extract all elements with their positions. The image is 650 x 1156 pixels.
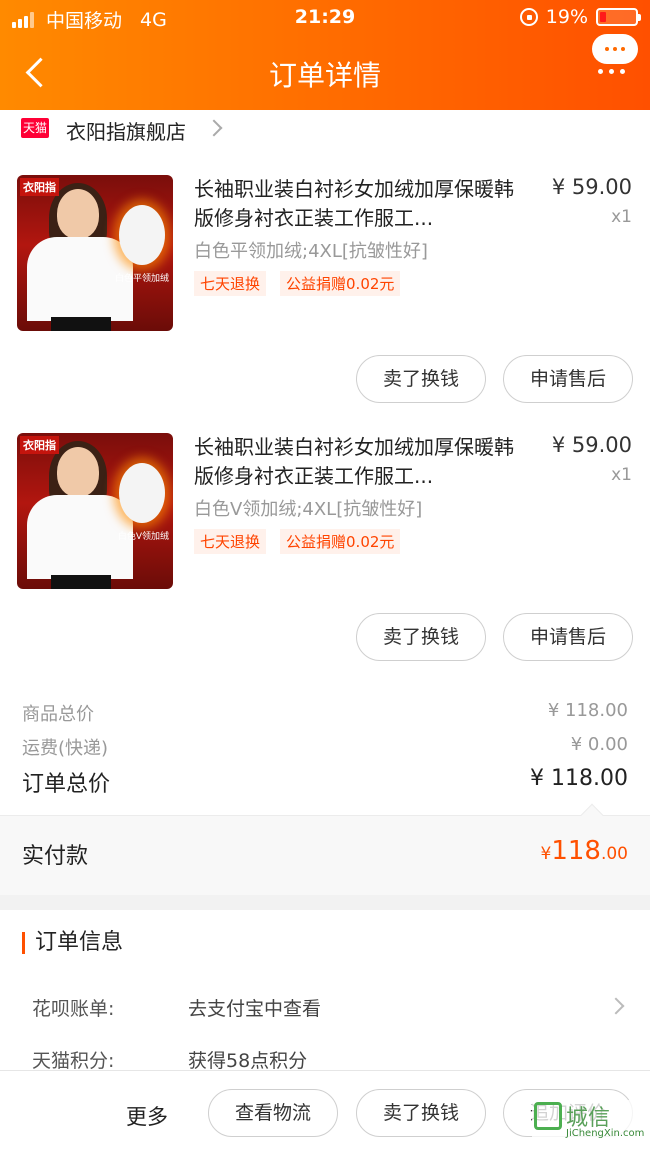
after-sale-button[interactable]: 申请售后 [503,355,633,403]
tmall-logo: 天猫 [21,118,49,138]
points-value: 获得58点积分 [188,1050,308,1072]
chevron-right-icon [205,119,223,137]
paid-amount: ¥118.00 [540,836,628,866]
tag-charity: 公益捐赠0.02元 [280,271,401,296]
tag-return: 七天退换 [194,271,267,296]
product-image[interactable]: 衣阳指 白色平领加绒 [17,175,173,331]
tag-charity: 公益捐赠0.02元 [280,529,401,554]
after-sale-button[interactable]: 申请售后 [503,613,633,661]
more-dots-icon [598,69,625,74]
bottom-action-bar: 更多 查看物流 卖了换钱 追加评价 城信 JiChengXin.com [0,1070,650,1156]
thumb-brand: 衣阳指 [20,436,59,454]
order-item[interactable]: 衣阳指 白色平领加绒 长袖职业装白衬衫女加绒加厚保暖韩版修身衬衣正装工作服工..… [0,175,650,433]
order-item[interactable]: 衣阳指 白色V领加绒 长袖职业装白衬衫女加绒加厚保暖韩版修身衬衣正装工作服工..… [0,433,650,691]
thumb-brand: 衣阳指 [20,178,59,196]
watermark-sub: JiChengXin.com [566,1128,645,1139]
view-logistics-button[interactable]: 查看物流 [208,1089,338,1137]
status-bar: 中国移动 4G 21:29 19% [0,6,650,32]
watermark-logo: 城信 JiChengXin.com [532,1100,648,1144]
shop-name[interactable]: 衣阳指旗舰店 [66,116,186,145]
header-bar: 中国移动 4G 21:29 19% 订单详情 [0,0,650,110]
message-more-button[interactable] [592,34,638,80]
order-total-label: 订单总价 [22,772,111,797]
resell-button[interactable]: 卖了换钱 [356,1089,486,1137]
thumb-label: 白色V领加绒 [117,532,169,542]
resell-button[interactable]: 卖了换钱 [356,613,486,661]
battery-percent: 19% [545,6,588,28]
product-qty: x1 [611,465,632,485]
order-card: 天猫 衣阳指旗舰店 衣阳指 白色平领加绒 长袖职业装白衬衫女加绒加厚保暖韩版修身… [0,110,650,815]
paid-currency: ¥ [540,844,552,864]
goods-total-label: 商品总价 [22,704,94,725]
tag-return: 七天退换 [194,529,267,554]
product-name[interactable]: 长袖职业装白衬衫女加绒加厚保暖韩版修身衬衣正装工作服工... [194,175,524,233]
chevron-right-icon[interactable] [607,997,625,1015]
product-name[interactable]: 长袖职业装白衬衫女加绒加厚保暖韩版修身衬衣正装工作服工... [194,433,524,491]
paid-label: 实付款 [22,844,89,869]
product-sku: 白色V领加绒;4XL[抗皱性好] [194,499,423,520]
order-info-section: 订单信息 花呗账单: 去支付宝中查看 天猫积分: 获得58点积分 [0,910,650,1072]
thumb-label: 白色平领加绒 [114,274,169,284]
paid-integer: 118 [551,836,601,866]
huabei-value[interactable]: 去支付宝中查看 [188,994,321,1021]
huabei-label: 花呗账单: [32,998,115,1020]
more-button[interactable]: 更多 [126,1101,168,1131]
product-price: ¥ 59.00 [551,433,632,457]
shipping-label: 运费(快递) [22,738,109,759]
watermark-icon [534,1102,562,1130]
product-image[interactable]: 衣阳指 白色V领加绒 [17,433,173,589]
goods-total-value: ¥ 118.00 [547,700,628,721]
shipping-value: ¥ 0.00 [570,734,628,755]
paid-section: 实付款 ¥118.00 [0,803,650,895]
order-info-title: 订单信息 [22,932,123,954]
rotation-lock-icon [519,8,538,26]
shop-header[interactable]: 天猫 衣阳指旗舰店 [0,110,650,148]
order-total-value: ¥ 118.00 [530,766,628,791]
chat-bubble-icon [592,34,638,64]
product-price: ¥ 59.00 [551,175,632,199]
resell-button[interactable]: 卖了换钱 [356,355,486,403]
points-label: 天猫积分: [32,1050,115,1072]
product-sku: 白色平领加绒;4XL[抗皱性好] [194,241,428,262]
product-qty: x1 [611,207,632,227]
paid-decimal: .00 [600,844,628,864]
battery-icon [596,8,641,26]
page-title: 订单详情 [268,59,381,92]
